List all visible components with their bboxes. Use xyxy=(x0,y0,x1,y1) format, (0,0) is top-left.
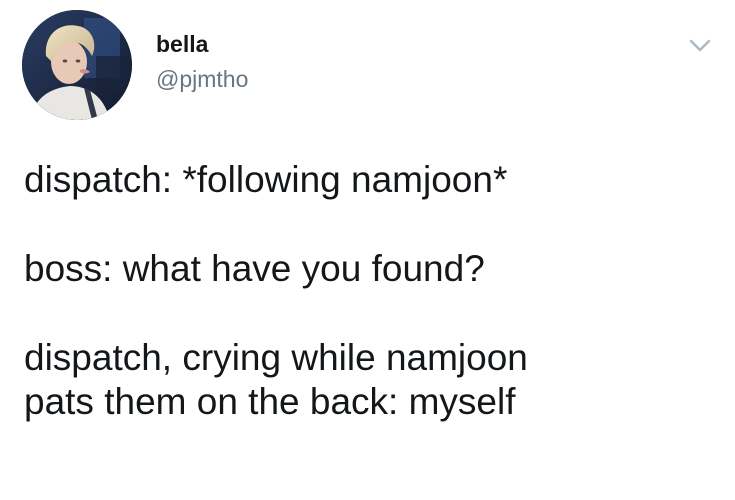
tweet-paragraph-gap xyxy=(24,202,714,247)
tweet-header: bella @pjmtho xyxy=(22,10,722,122)
tweet-card: bella @pjmtho dispatch: *following namjo… xyxy=(0,0,735,500)
author-display-name[interactable]: bella xyxy=(156,30,248,58)
tweet-text-line: dispatch, crying while namjoon xyxy=(24,337,528,378)
tweet-text-line: pats them on the back: myself xyxy=(24,381,516,422)
author-info: bella @pjmtho xyxy=(156,30,248,93)
author-avatar[interactable] xyxy=(22,10,132,120)
tweet-body: dispatch: *following namjoon* boss: what… xyxy=(24,158,714,424)
avatar-photo-icon xyxy=(22,10,132,120)
tweet-text-line: dispatch: *following namjoon* xyxy=(24,159,508,200)
author-handle[interactable]: @pjmtho xyxy=(156,65,248,93)
chevron-down-icon xyxy=(689,39,711,52)
tweet-text-line: boss: what have you found? xyxy=(24,248,485,289)
tweet-paragraph-gap xyxy=(24,291,714,336)
tweet-menu-button[interactable] xyxy=(686,34,714,56)
